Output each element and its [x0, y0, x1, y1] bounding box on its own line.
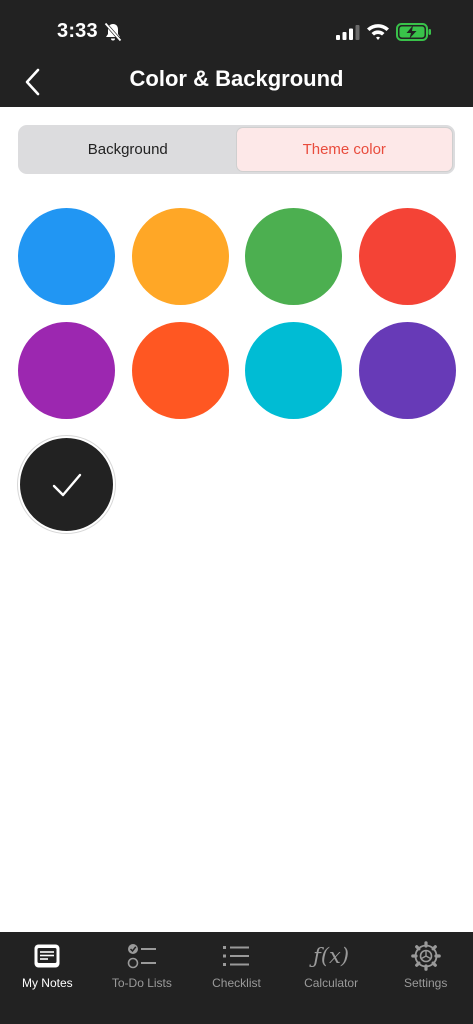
- tab-todo-lists[interactable]: To-Do Lists: [95, 940, 190, 1024]
- tab-label: Checklist: [212, 976, 261, 990]
- tab-label: Calculator: [304, 976, 359, 990]
- tab-label: Settings: [403, 976, 448, 990]
- color-swatch-black[interactable]: [18, 436, 115, 533]
- tab-my-notes[interactable]: My Notes: [0, 940, 95, 1024]
- page-title: Color & Background: [129, 66, 344, 91]
- color-swatch-deep-purple[interactable]: [359, 322, 456, 419]
- segment-theme-color[interactable]: Theme color: [235, 127, 453, 172]
- header-bar: 3:33 Color & Background: [0, 0, 473, 107]
- wifi-icon: [367, 24, 389, 40]
- tab-calculator[interactable]: ƒ(x) Calculator: [284, 940, 379, 1024]
- color-swatch-green[interactable]: [245, 208, 342, 305]
- app-screen: 3:33 Color & Background Background Theme…: [0, 0, 473, 1024]
- tab-checklist[interactable]: Checklist: [189, 940, 284, 1024]
- color-swatch-red[interactable]: [359, 208, 456, 305]
- tab-bar: My Notes To-Do Lists Checklist ƒ(x) Calc…: [0, 932, 473, 1024]
- color-swatch-deep-orange[interactable]: [132, 322, 229, 419]
- gear-icon: [410, 941, 441, 971]
- checkmark-icon: [52, 473, 81, 496]
- fx-icon: ƒ(x): [313, 944, 350, 968]
- color-swatch-orange[interactable]: [132, 208, 229, 305]
- battery-charging-icon: [396, 23, 431, 41]
- color-swatch-purple[interactable]: [18, 322, 115, 419]
- color-swatch-cyan[interactable]: [245, 322, 342, 419]
- segment-background[interactable]: Background: [20, 127, 236, 172]
- segmented-control: Background Theme color: [18, 125, 455, 174]
- cell-signal-icon: [336, 25, 360, 40]
- checklist-icon: [223, 946, 250, 966]
- tab-label: To-Do Lists: [111, 976, 172, 990]
- tab-settings[interactable]: Settings: [378, 940, 473, 1024]
- notes-icon: [34, 944, 60, 968]
- tab-label: My Notes: [21, 976, 73, 990]
- status-time: 3:33: [57, 20, 98, 42]
- todo-list-icon: [127, 944, 156, 969]
- color-swatch-blue[interactable]: [18, 208, 115, 305]
- bell-muted-icon: [104, 22, 122, 42]
